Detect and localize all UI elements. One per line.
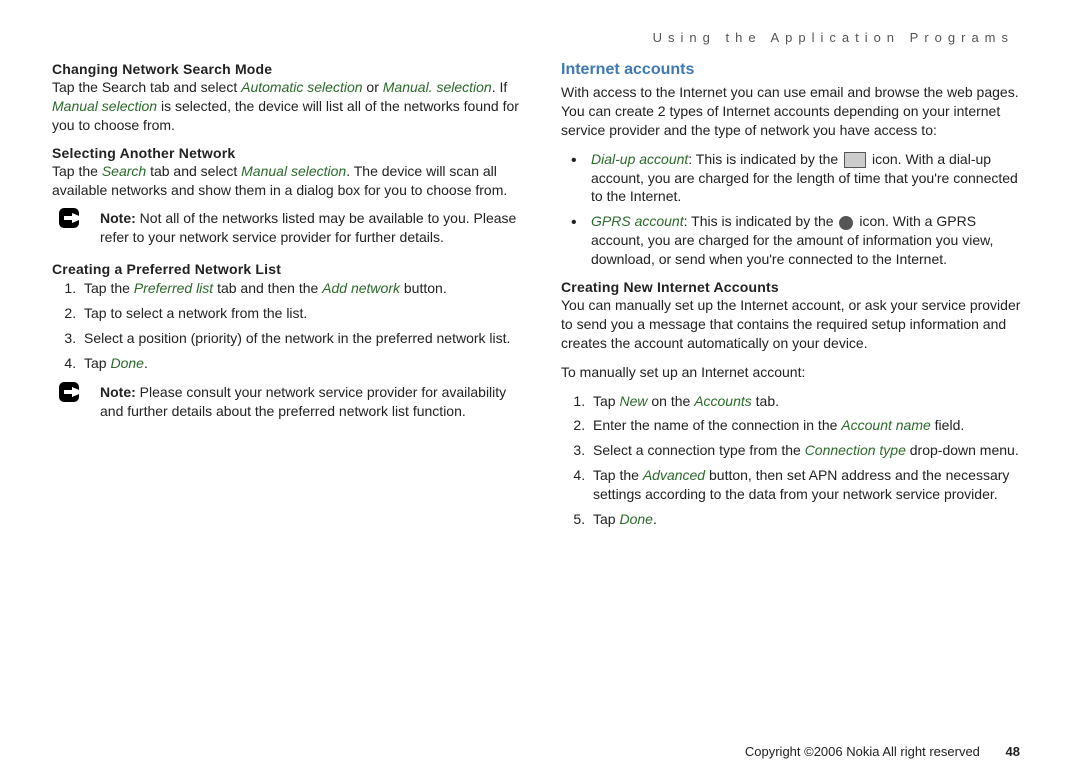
emphasis: Dial-up account [591, 151, 688, 167]
list-item: Enter the name of the connection in the … [589, 416, 1030, 435]
text: . If [492, 79, 508, 95]
heading-internet-accounts: Internet accounts [561, 61, 1030, 79]
text: tab and select [146, 163, 241, 179]
heading-selecting-another-network: Selecting Another Network [52, 145, 521, 161]
emphasis: Accounts [694, 393, 752, 409]
para-selecting-another-network: Tap the Search tab and select Manual sel… [52, 162, 521, 200]
heading-creating-accounts: Creating New Internet Accounts [561, 279, 1030, 295]
text: : This is indicated by the [684, 213, 838, 229]
gprs-icon [839, 216, 853, 230]
right-column: Internet accounts With access to the Int… [561, 61, 1030, 539]
list-item: Select a position (priority) of the netw… [80, 329, 521, 348]
note-block-2: Note: Please consult your network servic… [52, 383, 521, 421]
text: . [144, 355, 148, 371]
note-arrow-icon [58, 207, 88, 229]
text: Tap [84, 355, 110, 371]
text: tab and then the [213, 280, 322, 296]
list-item: Tap to select a network from the list. [80, 304, 521, 323]
emphasis: Done [110, 355, 143, 371]
text: or [363, 79, 383, 95]
page: Using the Application Programs Changing … [0, 0, 1080, 559]
note-label: Note: [100, 210, 136, 226]
emphasis: New [619, 393, 647, 409]
dialup-icon [844, 152, 866, 168]
text: Tap [593, 393, 619, 409]
list-item: Dial-up account: This is indicated by th… [581, 150, 1030, 207]
copyright: Copyright ©2006 Nokia All right reserved [745, 744, 980, 759]
emphasis: Add network [322, 280, 400, 296]
ordered-list-preferred: Tap the Preferred list tab and then the … [52, 279, 521, 373]
footer: Copyright ©2006 Nokia All right reserved… [745, 744, 1020, 759]
text: tab. [752, 393, 779, 409]
list-item: Tap the Advanced button, then set APN ad… [589, 466, 1030, 504]
note-text: Please consult your network service prov… [100, 384, 506, 419]
note-text: Not all of the networks listed may be av… [100, 210, 516, 245]
emphasis: GPRS account [591, 213, 684, 229]
emphasis: Connection type [805, 442, 906, 458]
text: : This is indicated by the [688, 151, 842, 167]
emphasis: Preferred list [134, 280, 213, 296]
text: Select a connection type from the [593, 442, 805, 458]
emphasis: Search [102, 163, 146, 179]
emphasis: Automatic selection [241, 79, 362, 95]
emphasis: Done [619, 511, 652, 527]
text: drop-down menu. [906, 442, 1019, 458]
para-manual-setup: To manually set up an Internet account: [561, 363, 1030, 382]
emphasis: Advanced [643, 467, 705, 483]
bullet-list-accounts: Dial-up account: This is indicated by th… [561, 150, 1030, 269]
note-block-1: Note: Not all of the networks listed may… [52, 209, 521, 247]
emphasis: Manual selection [52, 98, 157, 114]
list-item: Tap New on the Accounts tab. [589, 392, 1030, 411]
note-label: Note: [100, 384, 136, 400]
list-item: Select a connection type from the Connec… [589, 441, 1030, 460]
text: Tap the [593, 467, 643, 483]
para-creating-accounts: You can manually set up the Internet acc… [561, 296, 1030, 353]
list-item: Tap the Preferred list tab and then the … [80, 279, 521, 298]
emphasis: Manual. selection [383, 79, 492, 95]
running-header: Using the Application Programs [52, 30, 1030, 45]
text: Tap the [84, 280, 134, 296]
ordered-list-setup: Tap New on the Accounts tab. Enter the n… [561, 392, 1030, 529]
para-internet-intro: With access to the Internet you can use … [561, 83, 1030, 140]
columns: Changing Network Search Mode Tap the Sea… [52, 61, 1030, 539]
left-column: Changing Network Search Mode Tap the Sea… [52, 61, 521, 539]
list-item: GPRS account: This is indicated by the i… [581, 212, 1030, 269]
text: . [653, 511, 657, 527]
text: field. [931, 417, 964, 433]
text: Enter the name of the connection in the [593, 417, 841, 433]
emphasis: Account name [841, 417, 931, 433]
text: Tap [593, 511, 619, 527]
list-item: Tap Done. [589, 510, 1030, 529]
heading-changing-search-mode: Changing Network Search Mode [52, 61, 521, 77]
text: Tap the [52, 163, 102, 179]
text: Tap the Search tab and select [52, 79, 241, 95]
text: on the [647, 393, 694, 409]
note-arrow-icon [58, 381, 88, 403]
heading-preferred-network-list: Creating a Preferred Network List [52, 261, 521, 277]
text: button. [400, 280, 447, 296]
page-number: 48 [1006, 744, 1020, 759]
para-changing-search-mode: Tap the Search tab and select Automatic … [52, 78, 521, 135]
emphasis: Manual selection [241, 163, 346, 179]
list-item: Tap Done. [80, 354, 521, 373]
